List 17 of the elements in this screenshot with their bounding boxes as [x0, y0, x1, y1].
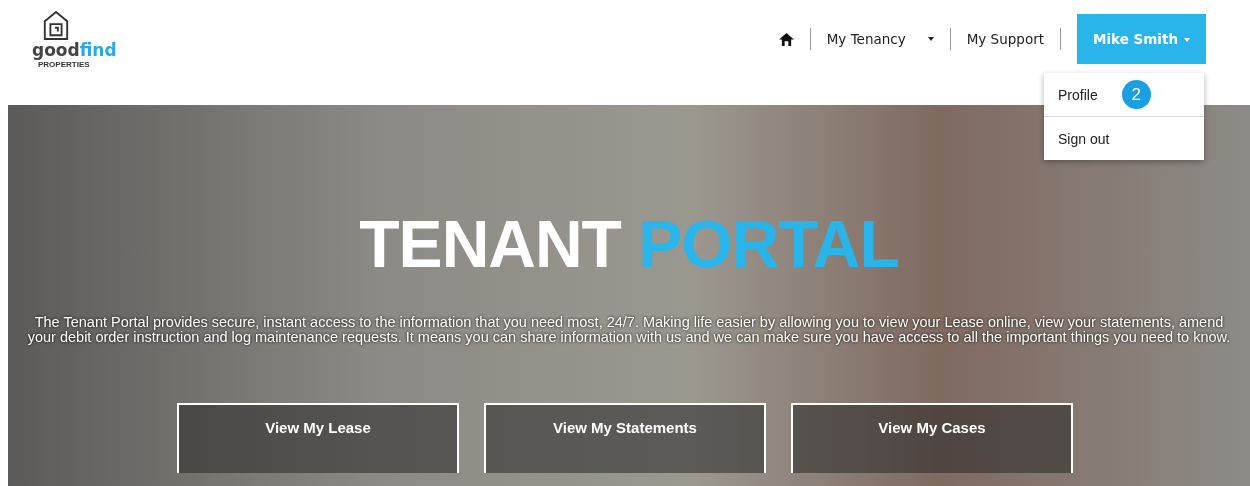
menu-item[interactable]: Profile	[1058, 86, 1098, 103]
card-title: View My Cases	[878, 419, 986, 437]
nav-link[interactable]: My Support	[966, 31, 1044, 47]
logo-tagline: PROPERTIES	[38, 60, 90, 69]
portal-title: TENANT PORTAL	[359, 209, 899, 279]
card-title: View My Statements	[553, 419, 697, 437]
action-card[interactable]: View My Lease	[177, 403, 459, 473]
house-logo-icon	[42, 10, 70, 40]
logo-wordmark: goodfind	[32, 40, 117, 60]
menu-item[interactable]: Sign out	[1058, 130, 1110, 147]
portal-description: The Tenant Portal provides secure, instant access to the information that you need most, 24/7. Making life easier by allowing you to view your Lease online, view your statements, amend your debit order instruction and log maintenance requests. It means you can share information with us and we can make sure you have access to all the important things you need to know.	[26, 315, 1232, 345]
action-card[interactable]: View My Statements	[484, 403, 766, 473]
card-title: View My Lease	[265, 419, 371, 437]
step-badge: 2	[1121, 80, 1151, 109]
nav-link[interactable]: My Tenancy	[826, 31, 906, 47]
action-card[interactable]: View My Cases	[791, 403, 1073, 473]
home-icon[interactable]	[778, 32, 794, 46]
